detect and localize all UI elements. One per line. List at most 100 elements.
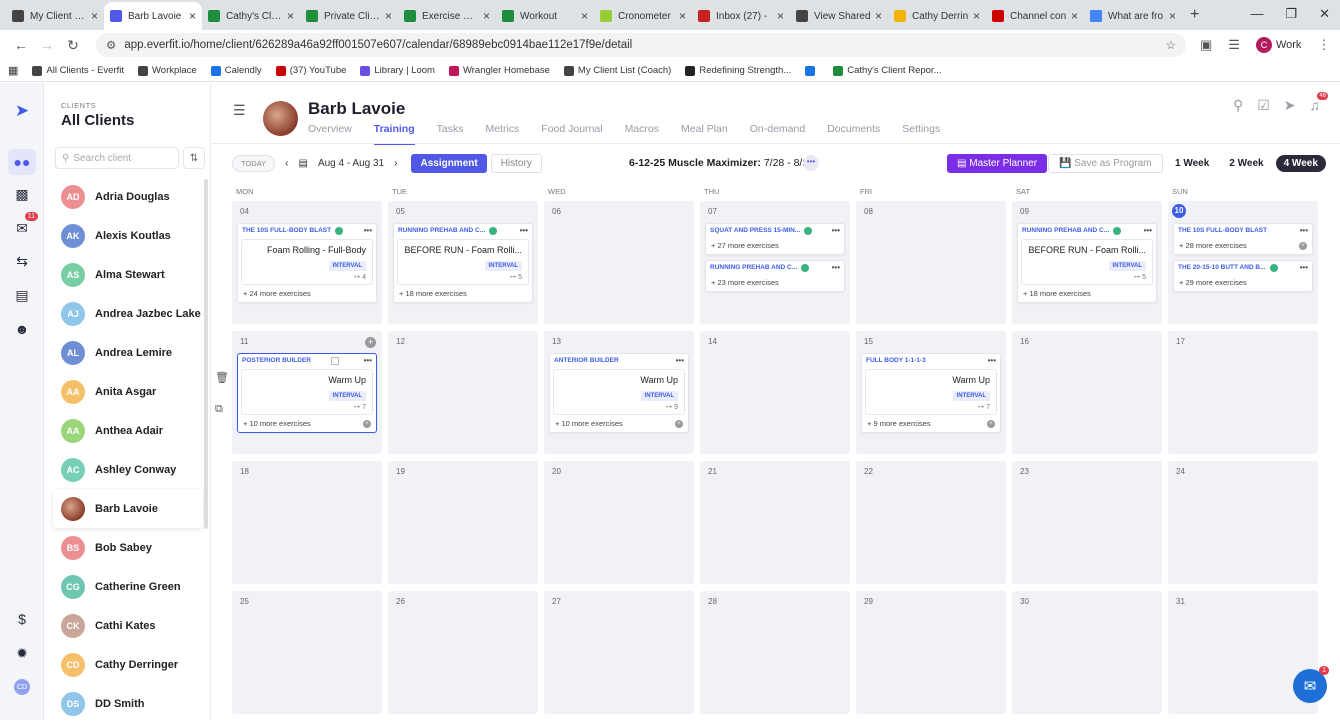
workout-options-icon[interactable]: ••• [832, 263, 840, 272]
calendar-day-cell[interactable]: 06 [544, 201, 694, 324]
workout-card[interactable]: THE 10S FULL-BODY BLAST ••• + 28 more exer… [1173, 223, 1313, 255]
close-tab-icon[interactable]: × [875, 9, 882, 23]
workout-options-icon[interactable]: ••• [364, 356, 372, 365]
bookmark-star-icon[interactable]: ☆ [1166, 38, 1176, 52]
url-field[interactable]: ⚙ app.everfit.io/home/client/626289a46a9… [96, 33, 1186, 57]
workout-options-icon[interactable]: ••• [988, 356, 996, 365]
browser-tab[interactable]: Workout × [496, 2, 594, 30]
calendar-day-cell[interactable]: 27 [544, 591, 694, 714]
expand-icon[interactable]: + [675, 419, 683, 428]
calendar-day-cell[interactable]: 16 [1012, 331, 1162, 454]
calendar-day-cell[interactable]: 09 RUNNING PREHAB AND C... ••• BEFORE RUN -… [1012, 201, 1162, 324]
save-as-program-button[interactable]: 💾 Save as Program [1048, 153, 1163, 173]
tab-search-icon[interactable]: ☰ [1228, 37, 1240, 53]
calendar-day-cell[interactable]: 28 [700, 591, 850, 714]
close-tab-icon[interactable]: × [91, 9, 98, 23]
site-info-icon[interactable]: ⚙ [106, 38, 116, 52]
calendar-day-cell[interactable]: 13 ANTERIOR BUILDER ••• Warm Up INTERVAL ↦ 9 +… [544, 331, 694, 454]
team-icon[interactable]: ☻ [12, 319, 32, 339]
next-icon[interactable]: › [394, 158, 397, 169]
calendar-day-cell[interactable]: 18 [232, 461, 382, 584]
close-tab-icon[interactable]: × [581, 9, 588, 23]
more-exercises[interactable]: + 28 more exercises + [1174, 237, 1312, 254]
sort-button[interactable]: ⇅ [183, 147, 205, 169]
client-list-scrollbar[interactable] [204, 179, 208, 529]
browser-tab[interactable]: Channel con × [986, 2, 1084, 30]
week-option[interactable]: 1 Week [1167, 155, 1217, 172]
client-list-item[interactable]: CG Catherine Green [53, 567, 203, 606]
menu-icon[interactable]: ⋮ [1317, 37, 1330, 53]
workout-options-icon[interactable]: ••• [832, 226, 840, 235]
more-exercises[interactable]: + 18 more exercises [394, 285, 532, 302]
workout-card[interactable]: ANTERIOR BUILDER ••• Warm Up INTERVAL ↦ 9 + 1… [549, 353, 689, 433]
close-tab-icon[interactable]: × [385, 9, 392, 23]
apps-icon[interactable]: ▦ [8, 64, 18, 77]
client-list-item[interactable]: AS Alma Stewart [53, 255, 203, 294]
tab-food-journal[interactable]: Food Journal [541, 123, 602, 145]
tab-metrics[interactable]: Metrics [485, 123, 519, 145]
client-list-item[interactable]: CD Cathy Derringer [53, 645, 203, 684]
calendar-day-cell[interactable]: 17 [1168, 331, 1318, 454]
browser-tab[interactable]: Cathy Derrin × [888, 2, 986, 30]
more-exercises[interactable]: + 29 more exercises [1174, 274, 1312, 291]
more-exercises[interactable]: + 9 more exercises + [862, 415, 1000, 432]
community-icon[interactable]: ✹ [12, 643, 32, 663]
more-exercises[interactable]: + 10 more exercises + [238, 415, 376, 432]
minimize-icon[interactable]: — [1250, 6, 1263, 22]
browser-tab[interactable]: Cathy's Clien × [202, 2, 300, 30]
client-list-item[interactable]: AA Anita Asgar [53, 372, 203, 411]
search-icon[interactable]: ⚲ [1233, 97, 1243, 114]
calendar-day-cell[interactable]: 23 [1012, 461, 1162, 584]
folder-icon[interactable]: ▤ [12, 285, 32, 305]
client-list-item[interactable]: BS Bob Sabey [53, 528, 203, 567]
close-tab-icon[interactable]: × [679, 9, 686, 23]
calendar-day-cell[interactable]: 29 [856, 591, 1006, 714]
client-list-item[interactable]: AC Ashley Conway [53, 450, 203, 489]
client-list-item[interactable]: AL Andrea Lemire [53, 333, 203, 372]
chat-launcher[interactable]: ✉ 1 [1293, 666, 1329, 703]
workout-options-icon[interactable]: ••• [1300, 226, 1308, 235]
program-options-icon[interactable]: ••• [803, 155, 819, 171]
tasks-icon[interactable]: ☑ [1257, 97, 1270, 114]
tab-overview[interactable]: Overview [308, 123, 352, 145]
week-option[interactable]: 2 Week [1221, 155, 1271, 172]
assignment-button[interactable]: Assignment [411, 153, 487, 173]
forward-icon[interactable]: → [34, 37, 60, 53]
client-list-item[interactable]: CK Cathi Kates [53, 606, 203, 645]
workout-card[interactable]: POSTERIOR BUILDER ••• Warm Up INTERVAL ↦ 7 + … [237, 353, 377, 433]
client-list-item[interactable]: AD Adria Douglas [53, 177, 203, 216]
autoflow-icon[interactable]: ⇆ [12, 251, 32, 271]
clients-icon[interactable]: ●● [8, 149, 36, 175]
tab-training[interactable]: Training [373, 123, 415, 145]
rocket-icon[interactable]: ➤ [1284, 97, 1296, 114]
close-tab-icon[interactable]: × [973, 9, 980, 23]
calendar-day-cell[interactable]: 08 [856, 201, 1006, 324]
exercise-block[interactable]: Foam Rolling - Full-Body INTERVAL ↦ 4 [241, 239, 373, 285]
client-list-item[interactable]: AA Anthea Adair [53, 411, 203, 450]
expand-icon[interactable]: + [363, 419, 371, 428]
exercise-block[interactable]: BEFORE RUN - Foam Rolli... INTERVAL ↦ 5 [1021, 239, 1153, 285]
everfit-logo-icon[interactable]: ➤ [12, 101, 32, 121]
workout-card[interactable]: THE 10S FULL-BODY BLAST ••• Foam Rolling -… [237, 223, 377, 303]
calendar-day-cell[interactable]: 20 [544, 461, 694, 584]
exercise-block[interactable]: Warm Up INTERVAL ↦ 9 [553, 369, 685, 415]
master-planner-button[interactable]: ▤ Master Planner [947, 153, 1048, 173]
calendar-day-cell[interactable]: 04 THE 10S FULL-BODY BLAST ••• Foam Rolling… [232, 201, 382, 324]
bookmark-item[interactable]: Redefining Strength... [685, 65, 791, 76]
new-tab-icon[interactable]: + [1190, 6, 1199, 24]
exercise-block[interactable]: Warm Up INTERVAL ↦ 7 [865, 369, 997, 415]
close-tab-icon[interactable]: × [1071, 9, 1078, 23]
exercise-block[interactable]: BEFORE RUN - Foam Rolli... INTERVAL ↦ 5 [397, 239, 529, 285]
tab-settings[interactable]: Settings [902, 123, 940, 145]
close-tab-icon[interactable]: × [189, 9, 196, 23]
history-button[interactable]: History [490, 153, 542, 173]
close-tab-icon[interactable]: × [777, 9, 784, 23]
bookmark-item[interactable]: Wrangler Homebase [448, 65, 550, 76]
copy-icon[interactable]: ⧉ [215, 403, 223, 416]
workout-card[interactable]: RUNNING PREHAB AND C... ••• + 23 more exer… [705, 260, 845, 292]
calendar-day-cell[interactable]: 15 FULL BODY 1-1-1-3 ••• Warm Up INTERVAL ↦ 7… [856, 331, 1006, 454]
exercise-block[interactable]: Warm Up INTERVAL ↦ 7 [241, 369, 373, 415]
tab-tasks[interactable]: Tasks [437, 123, 464, 145]
expand-icon[interactable]: + [1299, 241, 1307, 250]
client-list-item[interactable]: AJ Andrea Jazbec Lake [53, 294, 203, 333]
